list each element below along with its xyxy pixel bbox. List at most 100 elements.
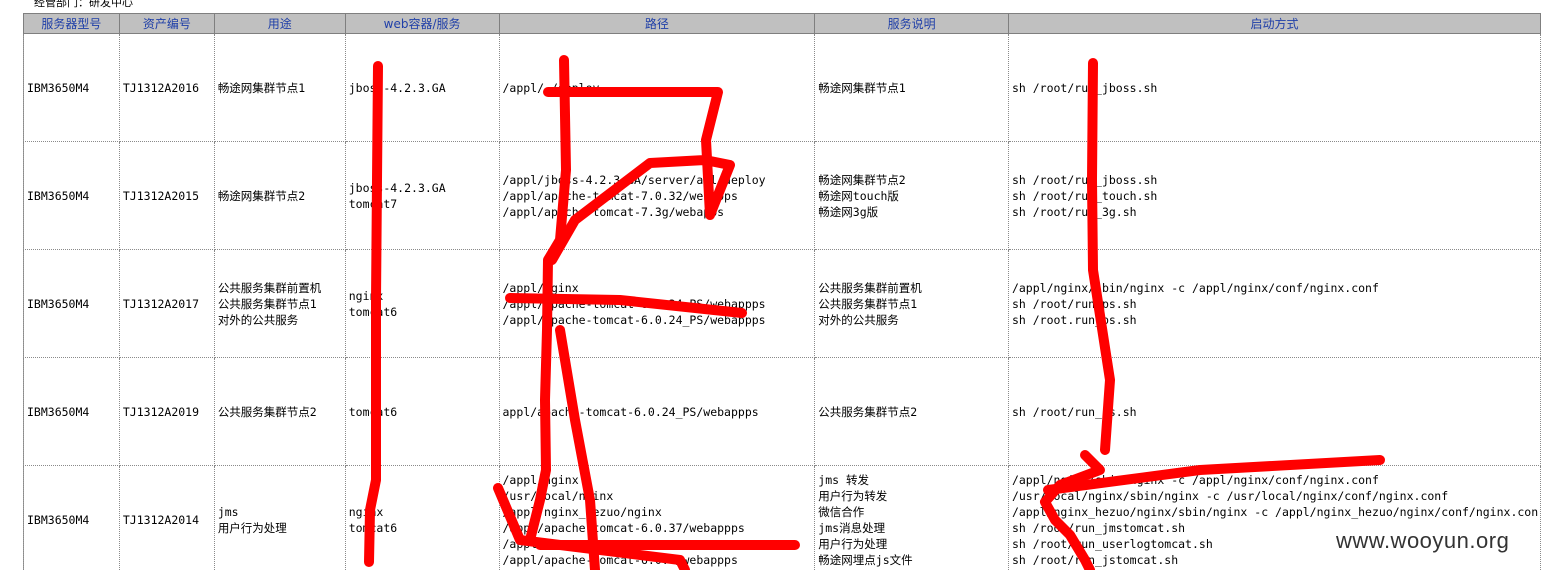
column-header[interactable]: 用途 [213,13,346,34]
cell-line: 用户行为处理 [818,536,888,551]
department-label: 经管部门：研发中心 [34,0,133,9]
cell-line: 公共服务集群节点2 [818,404,918,419]
table-row: IBM3650M4 TJ1312A2019 公共服务集群节点2 tomcat6 appl… [23,357,1541,466]
column-header[interactable]: web容器/服务 [344,13,500,34]
cell-line: /appl/apache-tomcat-6.0.37/webappps [502,520,745,535]
cell-line: /appl/nginx [502,280,579,295]
cell-line: /appl/apache-tomcat-7.0.32/webapps [502,188,738,203]
cell-line: jboss-4.2.3.GA [348,180,446,195]
cell-line: sh /root/run_3g.sh [1011,204,1137,219]
cell-line: /appl/apache-tomcat-6.0.24_PS/webappps [502,312,766,327]
cell-container[interactable]: nginx tomcat6 [345,249,500,358]
cell-purpose[interactable]: 畅途网集群节点2 [214,141,346,250]
cell-line: /appl/nginx/sbin/nginx -c /appl/nginx/co… [1011,472,1379,487]
table-row: IBM3650M4 TJ1312A2015 畅途网集群节点2 jboss-4.2.3.… [23,141,1541,250]
cell-container[interactable]: jboss-4.2.3.GA [345,33,500,142]
spreadsheet-grid: 服务器型号 资产编号 用途 web容器/服务 路径 服务说明 启动方式 IBM3… [23,13,1541,570]
cell-line: /appl/nginx/sbin/nginx -c /appl/nginx/co… [1011,280,1379,295]
cell-model[interactable]: IBM3650M4 [23,465,120,570]
cell-startup[interactable]: /appl/nginx/sbin/nginx -c /appl/nginx/co… [1008,465,1541,570]
cell-asset[interactable]: TJ1312A2015 [119,141,215,250]
cell-startup[interactable]: sh /root/run_ps.sh [1008,357,1541,466]
cell-line: /appl/apache-tomcat-7.3g/webapps [502,204,725,219]
cell-line: 用户行为转发 [818,488,888,503]
cell-line: /appl/apache-tomcat-6.0. /webappps [502,552,738,567]
cell-line: /appl/ /deploy [502,80,600,95]
cell-line: jms消息处理 [818,520,886,535]
cell-line: 畅途网3g版 [818,204,879,219]
cell-line: /appl/nginx [502,472,579,487]
cell-container[interactable]: tomcat6 [345,357,500,466]
cell-line: jms [217,504,239,519]
cell-line: 公共服务集群前置机 [217,280,322,295]
table-row: IBM3650M4 TJ1312A2014 jms 用户行为处理 nginx tomcat… [23,465,1541,570]
cell-line: 畅途网集群节点1 [217,80,306,95]
site-watermark: www.wooyun.org [1336,528,1510,553]
header-row: 服务器型号 资产编号 用途 web容器/服务 路径 服务说明 启动方式 [23,13,1541,34]
cell-line: /appl/nginx_hezuo/nginx [502,504,662,519]
cell-container[interactable]: nginx tomcat6 [345,465,500,570]
cell-model[interactable]: IBM3650M4 [23,249,120,358]
cell-line: /appl/nginx_hezuo/nginx/sbin/nginx -c /a… [1011,504,1539,519]
cell-purpose[interactable]: 公共服务集群节点2 [214,357,346,466]
cell-description[interactable]: 公共服务集群节点2 [814,357,1009,466]
cell-line: /usr/local/nginx [502,488,614,503]
cell-path[interactable]: /appl/jboss-4.2.3.GA/server/all/deploy/a… [499,141,816,250]
cell-line: sh /root/run_jboss.sh [1011,172,1158,187]
cell-model[interactable]: IBM3650M4 [23,141,120,250]
cell-line: 公共服务集群节点1 [818,296,918,311]
cell-line: sh /root/run_jboss.sh [1011,80,1158,95]
cell-line: 对外的公共服务 [217,312,299,327]
column-header[interactable]: 资产编号 [118,13,215,34]
cell-startup[interactable]: sh /root/run_jboss.sh sh /root/run_touch.… [1008,141,1541,250]
cell-path[interactable]: /appl/nginx/usr/local/nginx/appl/nginx_h… [499,465,816,570]
cell-line: /appl/ [502,536,545,551]
cell-purpose[interactable]: jms 用户行为处理 [214,465,346,570]
cell-line: 畅途网集群节点2 [818,172,906,187]
row-header-gutter [0,13,24,570]
cell-line: 用户行为处理 [217,520,287,535]
cell-line: 畅途网埋点js文件 [818,552,913,567]
column-header[interactable]: 服务说明 [814,13,1009,34]
cell-line: 畅途网集群节点1 [818,80,906,95]
cell-description[interactable]: 畅途网集群节点2 畅途网touch版 畅途网3g版 [814,141,1009,250]
column-header[interactable]: 服务器型号 [23,13,120,34]
cell-startup[interactable]: /appl/nginx/sbin/nginx -c /appl/nginx/co… [1008,249,1541,358]
cell-line: 对外的公共服务 [818,312,899,327]
cell-asset[interactable]: TJ1312A2016 [119,33,215,142]
cell-line: jboss-4.2.3.GA [348,80,446,95]
cell-description[interactable]: 畅途网集群节点1 [814,33,1009,142]
cell-line: tomcat7 [348,196,398,211]
cell-line: 畅途网touch版 [818,188,899,203]
cell-line: 微信合作 [818,504,865,519]
cell-line: sh /root/run_ps.sh [1011,296,1137,311]
cell-asset[interactable]: TJ1312A2017 [119,249,215,358]
cell-line: tomcat6 [348,520,398,535]
table-row: IBM3650M4 TJ1312A2016 畅途网集群节点1 jboss-4.2.3.… [23,33,1541,142]
cell-line: /appl/jboss-4.2.3.GA/server/all/deploy [502,172,766,187]
cell-line: 公共服务集群前置机 [818,280,922,295]
cell-path[interactable]: appl/apache-tomcat-6.0.24_PS/webappps [499,357,816,466]
cell-description[interactable]: 公共服务集群前置机 公共服务集群节点1 对外的公共服务 [814,249,1009,358]
cell-line: 公共服务集群节点1 [217,296,317,311]
cell-line: sh /root.run_ps.sh [1011,312,1137,327]
cell-line: 畅途网集群节点2 [217,188,306,203]
cell-line: sh /root/run_ps.sh [1011,404,1137,419]
cell-description[interactable]: jms 转发 用户行为转发 微信合作 jms消息处理 用户行为处理 畅途网埋点js文件 [814,465,1009,570]
cell-model[interactable]: IBM3650M4 [23,33,120,142]
column-header[interactable]: 启动方式 [1007,13,1541,34]
cell-line: tomcat6 [348,304,398,319]
cell-container[interactable]: jboss-4.2.3.GA tomcat7 [345,141,500,250]
cell-purpose[interactable]: 畅途网集群节点1 [214,33,346,142]
cell-line: nginx [348,288,384,303]
cell-purpose[interactable]: 公共服务集群前置机 公共服务集群节点1 对外的公共服务 [214,249,346,358]
cell-asset[interactable]: TJ1312A2019 [119,357,215,466]
cell-model[interactable]: IBM3650M4 [23,357,120,466]
column-header[interactable]: 路径 [498,13,816,34]
cell-startup[interactable]: sh /root/run_jboss.sh [1008,33,1541,142]
cell-asset[interactable]: TJ1312A2014 [119,465,215,570]
server-inventory-table: 服务器型号 资产编号 用途 web容器/服务 路径 服务说明 启动方式 IBM3… [23,13,1541,570]
cell-line: 公共服务集群节点2 [217,404,317,419]
cell-path[interactable]: /appl/nginx/appl/apache-tomcat-6.0.24_PS… [499,249,816,358]
cell-path[interactable]: /appl/ /deploy [499,33,816,142]
